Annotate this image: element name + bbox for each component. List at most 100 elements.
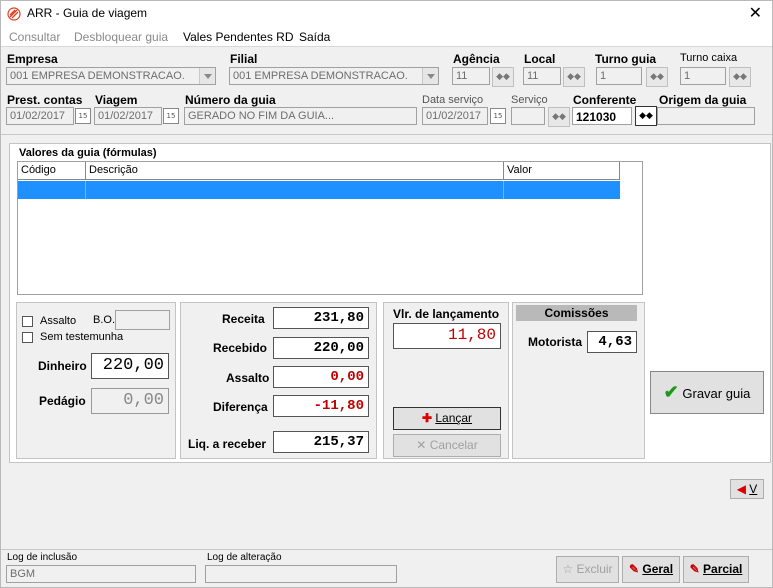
local-field[interactable]: 11 xyxy=(523,67,561,85)
menu-desbloquear-guia[interactable]: Desbloquear guia xyxy=(74,30,168,44)
window-title: ARR - Guia de viagem xyxy=(27,6,148,20)
prest-contas-label: Prest. contas xyxy=(7,93,83,107)
turno-guia-label: Turno guia xyxy=(595,52,657,66)
receita-value: 231,80 xyxy=(273,307,369,329)
liq-receber-label: Liq. a receber xyxy=(188,437,267,451)
log-inclusao-field: BGM xyxy=(6,565,196,583)
conferente-label: Conferente xyxy=(573,93,637,107)
filial-label: Filial xyxy=(230,52,258,66)
calendar-icon[interactable]: 15 xyxy=(163,108,179,124)
local-search-icon[interactable]: ◆◆ xyxy=(563,67,585,87)
arrow-left-icon: ◀ xyxy=(736,482,746,496)
turno-caixa-search-icon[interactable]: ◆◆ xyxy=(729,67,751,87)
lancamento-label: Vlr. de lançamento xyxy=(393,307,500,321)
add-document-icon: ✚ xyxy=(421,411,432,425)
calendar-icon[interactable]: 15 xyxy=(490,108,506,124)
agencia-field[interactable]: 11 xyxy=(452,67,490,85)
brush-icon: ✎ xyxy=(689,562,700,576)
lancar-label: Lançar xyxy=(435,411,473,425)
numero-guia-field[interactable]: GERADO NO FIM DA GUIA... xyxy=(184,107,417,125)
col-codigo[interactable]: Código xyxy=(18,162,86,180)
header-divider xyxy=(1,134,772,135)
agencia-search-icon[interactable]: ◆◆ xyxy=(492,67,514,87)
chevron-down-icon xyxy=(422,68,438,84)
formulas-grid[interactable]: Código Descrição Valor xyxy=(17,161,643,295)
log-alteracao-field xyxy=(205,565,397,583)
dinheiro-input[interactable]: 220,00 xyxy=(91,353,169,379)
excluir-button[interactable]: ☆ Excluir xyxy=(556,556,619,583)
calendar-icon[interactable]: 15 xyxy=(75,108,91,124)
cancelar-label: Cancelar xyxy=(429,438,478,452)
assalto-value: 0,00 xyxy=(273,366,369,388)
menu-saida[interactable]: Saída xyxy=(299,30,330,44)
bo-label: B.O. xyxy=(93,314,116,326)
empresa-label: Empresa xyxy=(7,52,58,66)
recebido-value: 220,00 xyxy=(273,337,369,359)
sem-testemunha-checkbox[interactable] xyxy=(22,332,33,343)
motorista-value: 4,63 xyxy=(587,331,637,353)
liq-receber-value: 215,37 xyxy=(273,431,369,453)
viagem-label: Viagem xyxy=(95,93,138,107)
conferente-field[interactable]: 121030 xyxy=(572,107,632,125)
turno-guia-field[interactable]: 1 xyxy=(596,67,642,85)
filial-value: 001 EMPRESA DEMONSTRACAO. xyxy=(233,70,408,82)
app-logo-icon xyxy=(7,7,21,21)
row-cell xyxy=(86,181,504,199)
data-servico-label: Data serviço xyxy=(422,94,484,106)
cancel-x-icon: ✕ xyxy=(416,438,427,452)
empresa-select[interactable]: 001 EMPRESA DEMONSTRACAO. xyxy=(6,67,216,85)
servico-search-icon[interactable]: ◆◆ xyxy=(548,107,570,127)
assalto-sum-label: Assalto xyxy=(226,371,270,385)
col-valor[interactable]: Valor xyxy=(504,162,620,180)
assalto-checkbox[interactable] xyxy=(22,316,33,327)
pedagio-input[interactable]: 0,00 xyxy=(91,388,169,414)
turno-guia-search-icon[interactable]: ◆◆ xyxy=(646,67,668,87)
lancamento-value[interactable]: 11,80 xyxy=(393,323,501,349)
log-alteracao-label: Log de alteração xyxy=(207,552,282,563)
assalto-check-label: Assalto xyxy=(40,315,77,327)
geral-label: Geral xyxy=(642,562,674,576)
col-descricao[interactable]: Descrição xyxy=(86,162,504,180)
turno-caixa-label: Turno caixa xyxy=(680,52,738,64)
menu-vales-pendentes[interactable]: Vales Pendentes RD xyxy=(183,30,294,44)
v-button[interactable]: ◀ V xyxy=(730,479,764,499)
filial-select[interactable]: 001 EMPRESA DEMONSTRACAO. xyxy=(229,67,439,85)
v-label: V xyxy=(749,482,758,496)
lancar-button[interactable]: ✚ Lançar xyxy=(393,407,501,430)
numero-guia-label: Número da guia xyxy=(185,93,276,107)
servico-label: Serviço xyxy=(511,94,548,106)
comissoes-title: Comissões xyxy=(516,305,637,321)
geral-button[interactable]: ✎ Geral xyxy=(622,556,680,583)
sem-testemunha-label: Sem testemunha xyxy=(40,331,124,343)
gravar-label: Gravar guia xyxy=(682,386,751,401)
conferente-search-icon[interactable]: ◆◆ xyxy=(635,106,657,126)
local-label: Local xyxy=(524,52,556,66)
empresa-value: 001 EMPRESA DEMONSTRACAO. xyxy=(10,70,185,82)
excluir-label: Excluir xyxy=(576,562,613,576)
bo-field[interactable] xyxy=(115,310,170,330)
cancelar-button[interactable]: ✕ Cancelar xyxy=(393,434,501,457)
viagem-field[interactable]: 01/02/2017 xyxy=(94,107,162,125)
main-window: ARR - Guia de viagem ✕ Consultar Desbloq… xyxy=(0,0,773,588)
menu-consultar[interactable]: Consultar xyxy=(9,30,60,44)
servico-field[interactable] xyxy=(511,107,545,125)
diferenca-value: -11,80 xyxy=(273,395,369,417)
grid-header: Código Descrição Valor xyxy=(18,162,620,180)
close-icon[interactable]: ✕ xyxy=(749,3,762,22)
gravar-guia-button[interactable]: ✔ Gravar guia xyxy=(650,371,764,414)
parcial-label: Parcial xyxy=(703,562,743,576)
table-row[interactable] xyxy=(18,181,620,199)
agencia-label: Agência xyxy=(453,52,500,66)
brush-icon: ✎ xyxy=(628,562,640,576)
parcial-button[interactable]: ✎ Parcial xyxy=(683,556,749,583)
prest-contas-field[interactable]: 01/02/2017 xyxy=(6,107,74,125)
log-inclusao-label: Log de inclusão xyxy=(7,552,78,563)
checkmark-icon: ✔ xyxy=(663,382,679,402)
data-servico-field[interactable]: 01/02/2017 xyxy=(422,107,488,125)
dinheiro-label: Dinheiro xyxy=(38,359,87,373)
turno-caixa-field[interactable]: 1 xyxy=(680,67,726,85)
diferenca-label: Diferença xyxy=(213,400,268,414)
origem-field[interactable] xyxy=(657,107,755,125)
motorista-label: Motorista xyxy=(528,335,582,349)
row-cell xyxy=(18,181,86,199)
